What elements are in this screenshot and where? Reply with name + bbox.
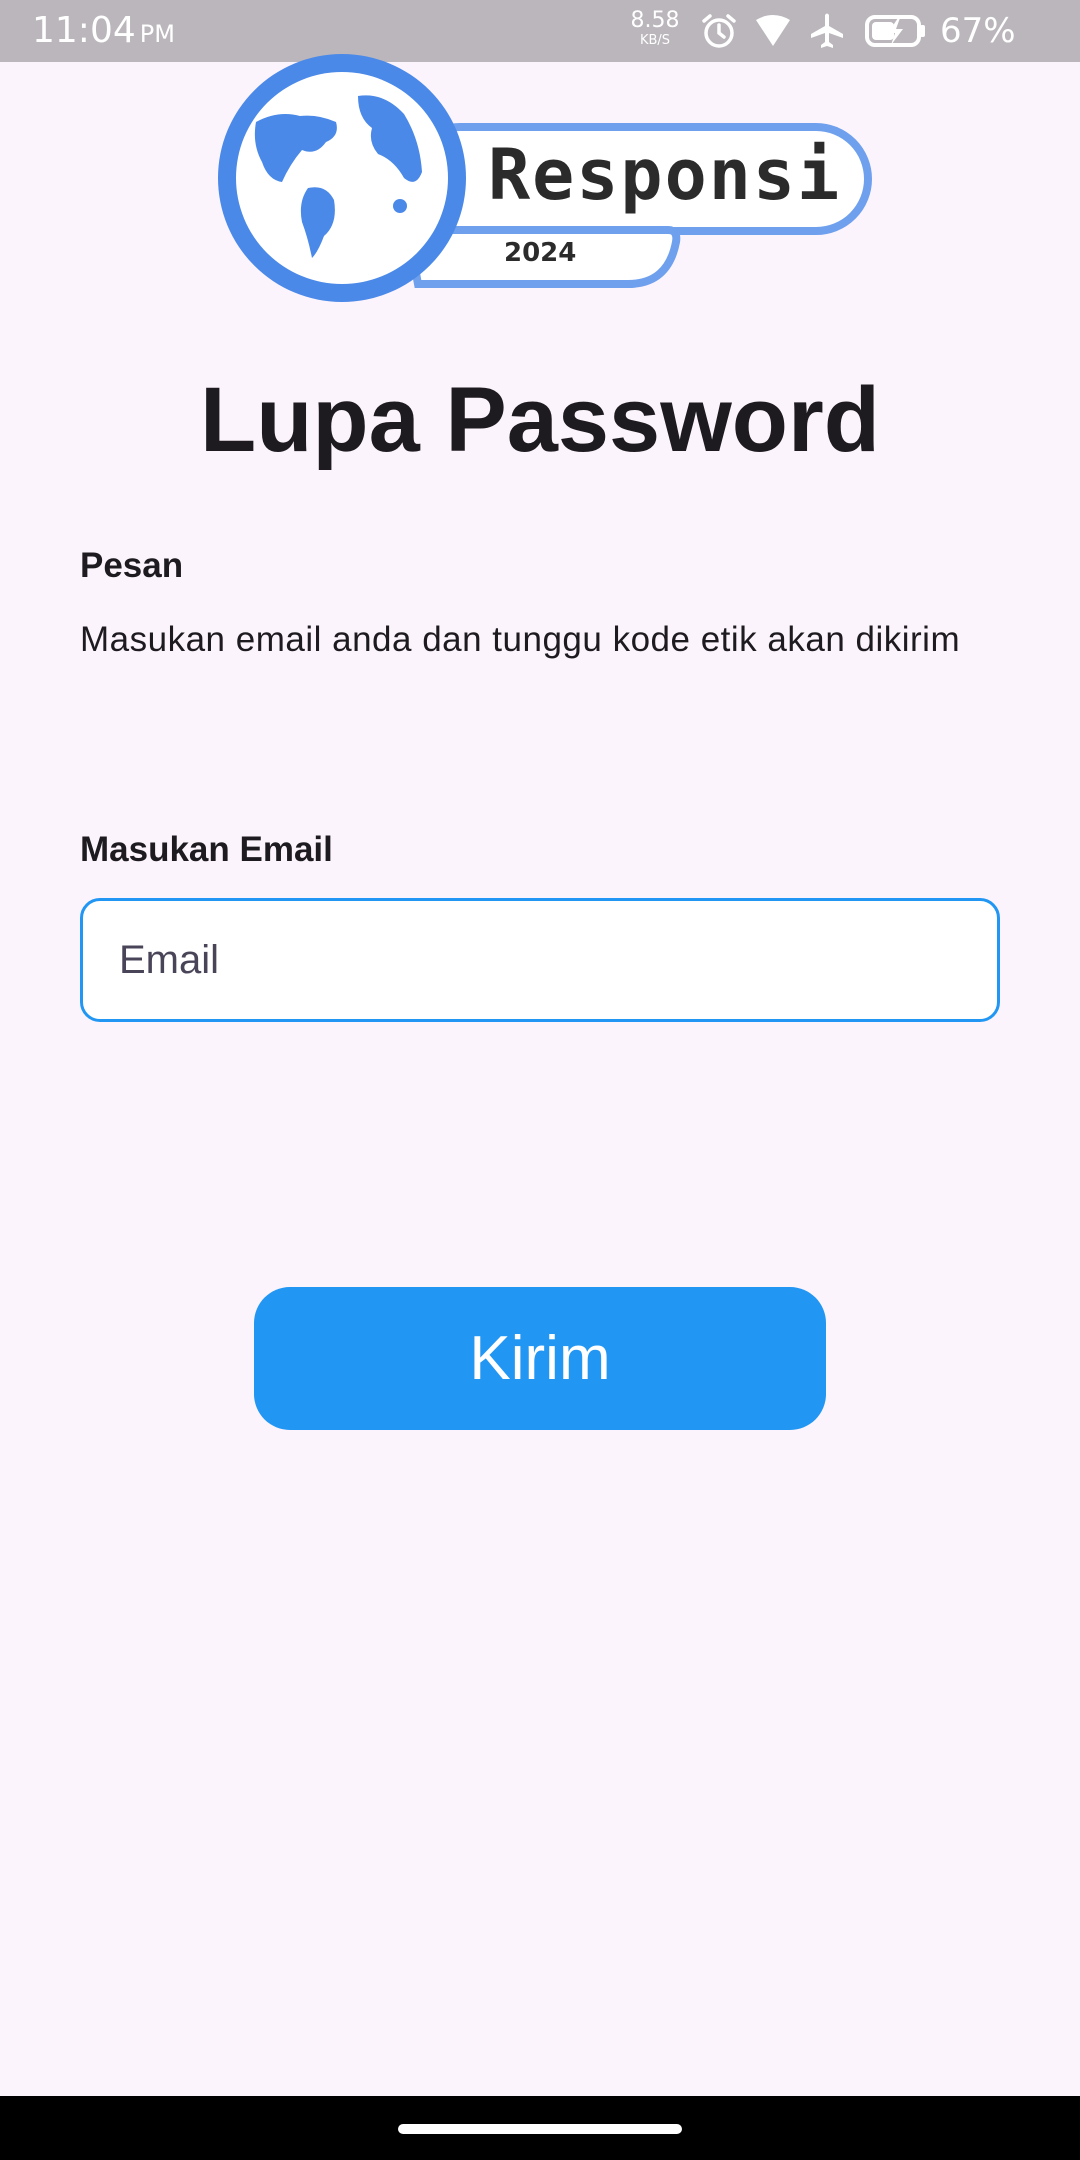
logo-wordmark: Responsi [488, 134, 842, 216]
network-speed: 8.58 KB/S [622, 8, 688, 48]
status-time-ampm: PM [139, 20, 175, 48]
network-speed-unit: KB/S [639, 33, 671, 48]
home-gesture-handle[interactable] [398, 2124, 682, 2134]
message-text: Masukan email anda dan tunggu kode etik … [80, 620, 961, 659]
network-speed-value: 8.58 [630, 8, 680, 33]
status-time: 11:04 PM [32, 10, 175, 51]
logo-year: 2024 [504, 238, 577, 268]
message-label: Pesan [80, 546, 184, 585]
alarm-icon [700, 12, 738, 54]
page-title: Lupa Password [200, 369, 880, 471]
send-button[interactable]: Kirim [254, 1287, 826, 1430]
app-logo: Responsi 2024 [208, 52, 872, 304]
wifi-icon [754, 12, 792, 54]
navigation-bar [0, 2096, 1080, 2160]
battery-percentage: 67% [940, 11, 1016, 51]
battery-charging-icon [864, 12, 928, 54]
airplane-icon [808, 12, 846, 54]
status-time-value: 11:04 [32, 10, 136, 51]
email-input[interactable] [80, 898, 1000, 1022]
email-label: Masukan Email [80, 830, 333, 869]
